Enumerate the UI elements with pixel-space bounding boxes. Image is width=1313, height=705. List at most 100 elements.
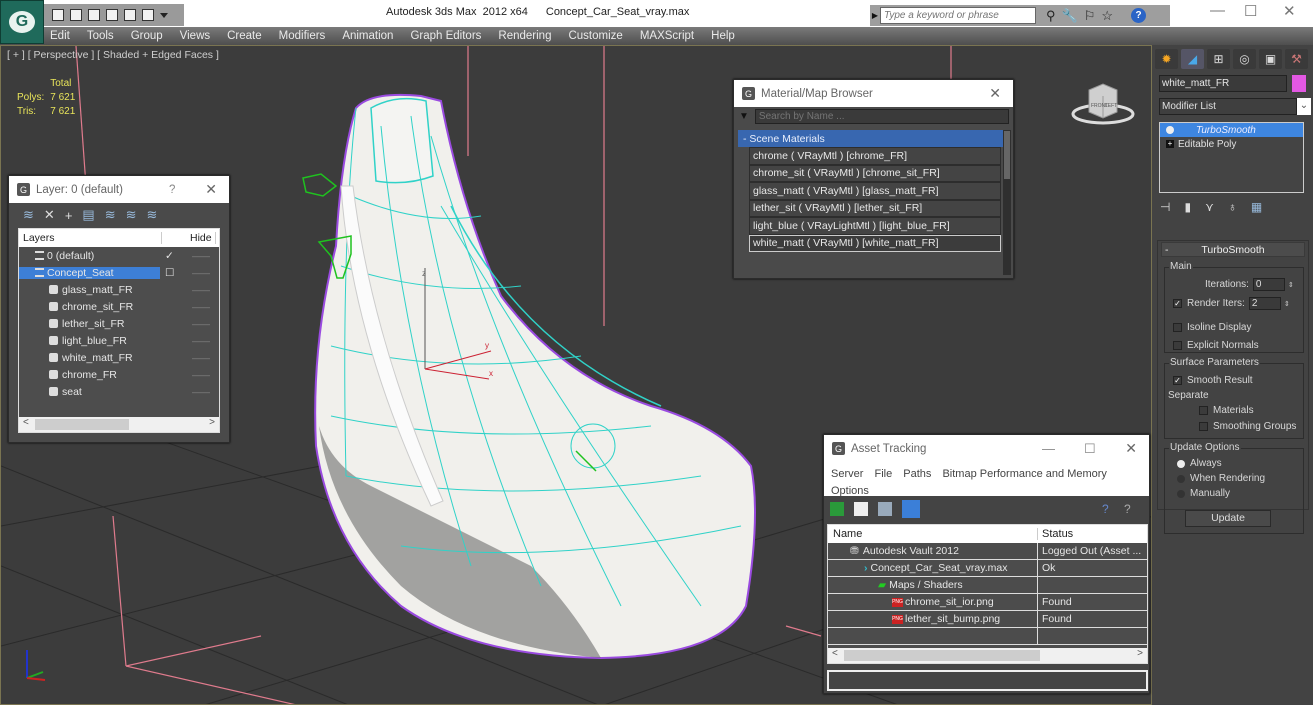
render-iters-checkbox[interactable]: ✓ xyxy=(1173,299,1182,308)
fetch-icon[interactable] xyxy=(142,9,154,21)
materials-checkbox[interactable] xyxy=(1199,406,1208,415)
minimize-button[interactable]: — xyxy=(1210,2,1225,19)
chevron-down-icon[interactable] xyxy=(160,12,168,22)
asset-row[interactable]: ⛃ Autodesk Vault 2012 Logged Out (Asset ..… xyxy=(828,543,1147,560)
isoline-checkbox[interactable] xyxy=(1173,323,1182,332)
display-tab-icon[interactable]: ▣ xyxy=(1259,49,1282,69)
help-button[interactable]: ? xyxy=(169,184,175,196)
configure-sets-icon[interactable]: ▦ xyxy=(1251,200,1262,214)
layer-row[interactable]: Concept_Seat ☐ —— xyxy=(19,264,219,281)
smooth-result-checkbox[interactable]: ✓ xyxy=(1173,376,1182,385)
object-name-field[interactable]: white_matt_FR xyxy=(1159,75,1287,92)
iterations-spinner[interactable]: 0 xyxy=(1252,278,1285,291)
menu-create[interactable]: Create xyxy=(227,30,262,42)
material-browser-titlebar[interactable]: G Material/Map Browser ✕ xyxy=(734,80,1013,107)
hide-toggle[interactable]: —— xyxy=(192,268,210,278)
scroll-right-icon[interactable]: > xyxy=(209,417,215,428)
column-name[interactable]: Name xyxy=(828,528,1038,540)
hide-toggle[interactable]: —— xyxy=(192,319,210,329)
maximize-button[interactable]: ☐ xyxy=(1244,2,1257,20)
create-layer-icon[interactable]: ≋ xyxy=(23,207,34,223)
utilities-tab-icon[interactable]: ⚒ xyxy=(1285,49,1308,69)
viewcube[interactable]: FRONT LEFT xyxy=(1071,78,1135,126)
material-item-selected[interactable]: white_matt ( VRayMtl ) [white_matt_FR] xyxy=(749,234,1001,252)
object-row[interactable]: lether_sit_FR —— xyxy=(19,315,219,332)
column-hide[interactable]: Hide xyxy=(186,232,216,244)
scroll-thumb[interactable] xyxy=(844,650,1040,661)
menu-edit[interactable]: Edit xyxy=(50,30,70,42)
maximize-button[interactable]: ☐ xyxy=(1084,441,1096,457)
spinner-arrows-icon[interactable]: ⇕ xyxy=(1288,281,1294,289)
menu-group[interactable]: Group xyxy=(131,30,163,42)
modify-tab-icon[interactable]: ◢ xyxy=(1181,49,1204,69)
scroll-thumb[interactable] xyxy=(35,419,129,430)
help-icon[interactable]: ? xyxy=(1131,8,1147,23)
update-button[interactable]: Update xyxy=(1185,510,1271,527)
menu-help[interactable]: Help xyxy=(711,30,735,42)
object-row[interactable]: light_blue_FR —— xyxy=(19,332,219,349)
table-view-icon[interactable] xyxy=(902,500,920,518)
motion-tab-icon[interactable]: ◎ xyxy=(1233,49,1256,69)
explicit-normals-checkbox[interactable] xyxy=(1173,341,1182,350)
hierarchy-tab-icon[interactable]: ⊞ xyxy=(1207,49,1230,69)
expand-icon[interactable]: + xyxy=(1166,140,1174,148)
menu-modifiers[interactable]: Modifiers xyxy=(279,30,326,42)
menu-server[interactable]: Server xyxy=(831,468,863,480)
asset-tracking-titlebar[interactable]: G Asset Tracking — ☐ ✕ xyxy=(824,435,1149,462)
key-icon[interactable]: 🔧 xyxy=(1062,8,1078,24)
asset-row[interactable]: PNG lether_sit_bump.png Found xyxy=(828,611,1147,628)
material-item[interactable]: light_blue ( VRayLightMtl ) [light_blue_… xyxy=(749,217,1001,235)
asset-row[interactable]: ▰ Maps / Shaders xyxy=(828,577,1147,594)
scroll-left-icon[interactable]: < xyxy=(832,648,838,659)
chevron-down-icon[interactable]: ⌄ xyxy=(1297,98,1311,115)
column-layers[interactable]: Layers xyxy=(19,232,162,244)
hide-toggle[interactable]: —— xyxy=(192,251,210,261)
material-item[interactable]: lether_sit ( VRayMtl ) [lether_sit_FR] xyxy=(749,199,1001,217)
lightbulb-icon[interactable] xyxy=(1166,126,1174,134)
horizontal-scrollbar[interactable]: < > xyxy=(19,417,219,432)
hide-toggle[interactable]: —— xyxy=(192,285,210,295)
open-icon[interactable] xyxy=(52,9,64,21)
modifier-list-dropdown[interactable]: Modifier List xyxy=(1159,98,1297,115)
when-rendering-radio[interactable] xyxy=(1177,474,1185,483)
redo-icon[interactable] xyxy=(106,9,118,21)
refresh-icon[interactable] xyxy=(830,502,844,516)
hide-toggle[interactable]: —— xyxy=(192,302,210,312)
undo-icon[interactable] xyxy=(88,9,100,21)
object-row[interactable]: white_matt_FR —— xyxy=(19,349,219,366)
column-status[interactable]: Status xyxy=(1038,528,1073,540)
viewcube-left[interactable]: LEFT xyxy=(1105,103,1117,109)
context-help-icon[interactable]: ? xyxy=(1124,502,1131,516)
smoothing-groups-checkbox[interactable] xyxy=(1199,422,1208,431)
show-end-result-icon[interactable]: ▮ xyxy=(1184,200,1191,214)
list-view-icon[interactable] xyxy=(854,502,868,516)
star-icon[interactable]: ☆ xyxy=(1101,8,1113,24)
object-row[interactable]: chrome_FR —— xyxy=(19,366,219,383)
menu-tools[interactable]: Tools xyxy=(87,30,114,42)
menu-rendering[interactable]: Rendering xyxy=(498,30,551,42)
close-button[interactable]: ✕ xyxy=(989,85,1001,102)
hide-toggle[interactable]: —— xyxy=(192,370,210,380)
menu-customize[interactable]: Customize xyxy=(568,30,622,42)
material-item[interactable]: chrome_sit ( VRayMtl ) [chrome_sit_FR] xyxy=(749,164,1001,182)
manually-radio[interactable] xyxy=(1177,489,1185,498)
menu-bitmap-performance[interactable]: Bitmap Performance and Memory xyxy=(942,468,1106,480)
close-button[interactable]: ✕ xyxy=(1125,440,1137,457)
menu-graph-editors[interactable]: Graph Editors xyxy=(410,30,481,42)
close-button[interactable]: ✕ xyxy=(205,181,217,198)
viewport-label[interactable]: [ + ] [ Perspective ] [ Shaded + Edged F… xyxy=(7,49,219,61)
add-icon[interactable]: + xyxy=(65,208,73,223)
asset-row[interactable]: › Concept_Car_Seat_vray.max Ok xyxy=(828,560,1147,577)
render-iters-spinner[interactable]: 2 xyxy=(1248,297,1281,310)
close-button[interactable]: ✕ xyxy=(1283,2,1296,20)
expand-arrow-icon[interactable]: ▶ xyxy=(870,11,880,20)
options-menu-icon[interactable]: ▼ xyxy=(739,111,749,122)
keyword-search-input[interactable] xyxy=(880,7,1036,24)
asset-row[interactable]: PNG chrome_sit_ior.png Found xyxy=(828,594,1147,611)
scroll-thumb[interactable] xyxy=(1004,131,1010,179)
material-search-input[interactable] xyxy=(754,108,1009,124)
scene-materials-group[interactable]: - Scene Materials chrome ( VRayMtl ) [ch… xyxy=(738,130,1005,252)
object-row[interactable]: chrome_sit_FR —— xyxy=(19,298,219,315)
hide-freeze-icon[interactable]: ≋ xyxy=(147,207,158,223)
minimize-button[interactable]: — xyxy=(1042,441,1055,456)
